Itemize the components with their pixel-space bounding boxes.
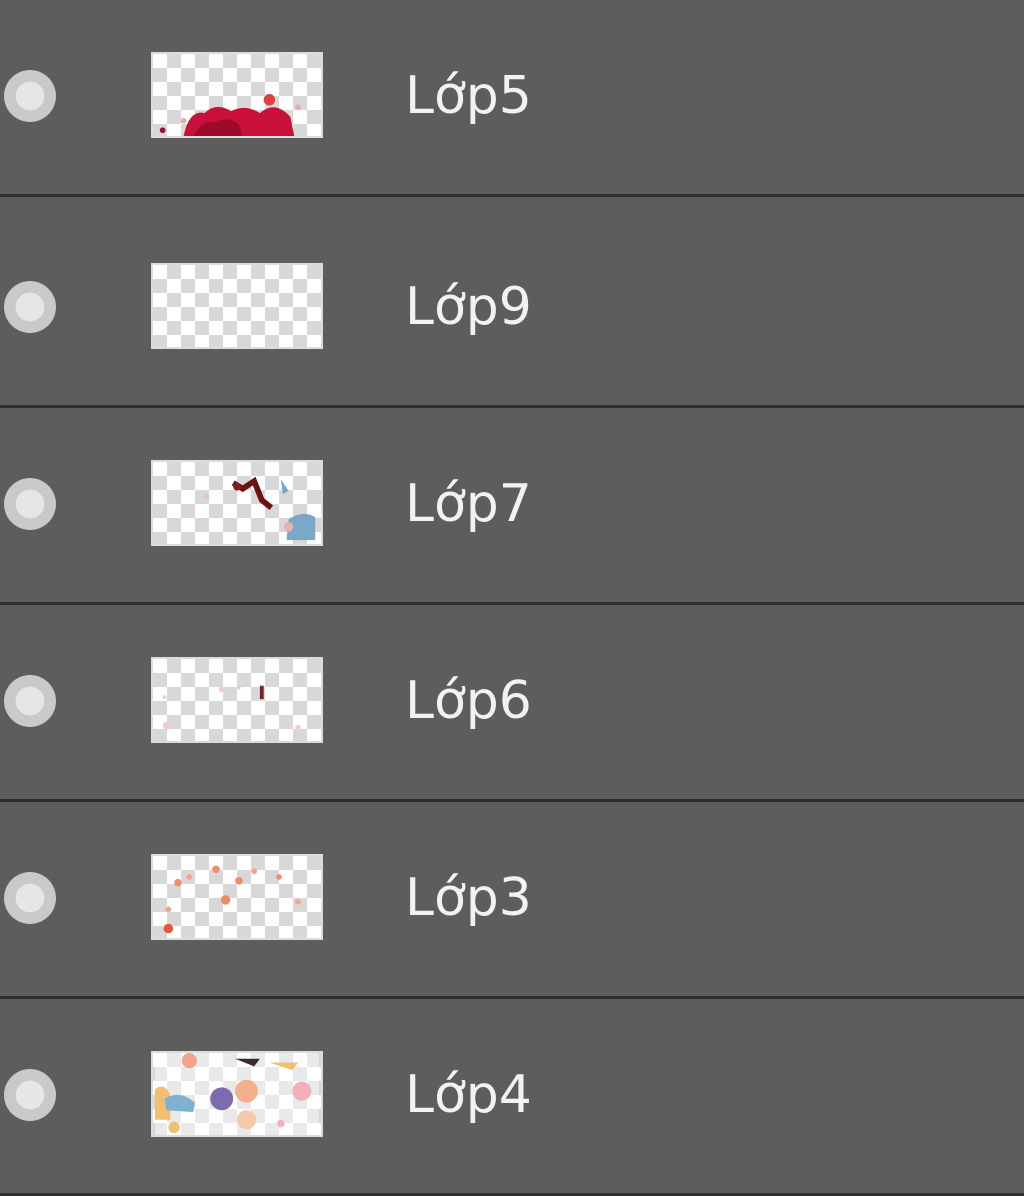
layer-thumbnail — [151, 263, 323, 349]
thumbnail-artwork — [162, 685, 301, 731]
thumbnail-artwork — [155, 1053, 319, 1135]
layer-row-lop9[interactable]: Lớp9 — [0, 211, 1024, 408]
layer-name: Lớp3 — [405, 868, 532, 928]
visibility-dot-icon[interactable] — [4, 872, 56, 924]
visibility-dot-icon[interactable] — [4, 675, 56, 727]
layer-thumbnail — [151, 657, 323, 743]
layer-thumbnail — [151, 854, 323, 940]
layer-row-lop6[interactable]: Lớp6 — [0, 605, 1024, 802]
layer-thumbnail — [151, 52, 323, 138]
layer-name: Lớp7 — [405, 474, 532, 534]
layer-thumbnail — [151, 1051, 323, 1137]
thumbnail-artwork — [163, 865, 301, 934]
layer-row-lop5[interactable]: Lớp5 — [0, 0, 1024, 197]
layer-name: Lớp9 — [405, 277, 532, 337]
layer-name: Lớp5 — [405, 66, 532, 126]
layers-panel: Lớp9 Lớp7 Lớp6 Lớp3 Lớp4 Lớp5 — [0, 0, 1024, 1196]
layer-row-lop7[interactable]: Lớp7 — [0, 408, 1024, 605]
layer-thumbnail — [151, 460, 323, 546]
thumbnail-artwork — [203, 476, 316, 541]
layer-name: Lớp4 — [405, 1065, 532, 1125]
layer-row-lop4[interactable]: Lớp4 — [0, 999, 1024, 1196]
visibility-dot-icon[interactable] — [4, 1069, 56, 1121]
visibility-dot-icon[interactable] — [4, 478, 56, 530]
layer-name: Lớp6 — [405, 671, 532, 731]
thumbnail-artwork — [159, 94, 301, 136]
layer-row-lop3[interactable]: Lớp3 — [0, 802, 1024, 999]
visibility-dot-icon[interactable] — [4, 70, 56, 122]
visibility-dot-icon[interactable] — [4, 281, 56, 333]
